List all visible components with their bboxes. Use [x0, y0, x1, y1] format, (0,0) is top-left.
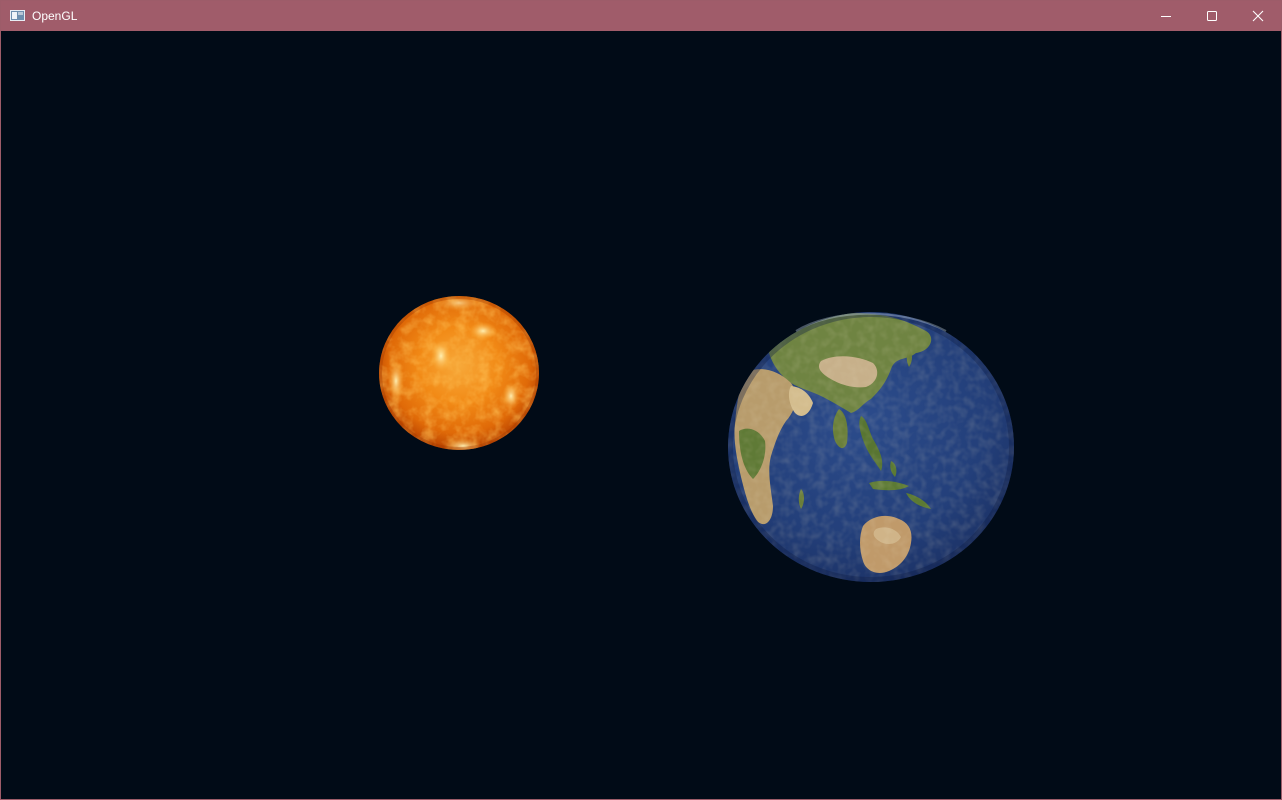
earth-sphere [728, 312, 1014, 582]
app-icon-pane [18, 12, 23, 15]
minimize-icon [1161, 16, 1171, 17]
close-button[interactable] [1235, 1, 1281, 31]
sun-sphere [379, 296, 539, 450]
opengl-window: OpenGL [0, 0, 1282, 800]
window-controls [1143, 1, 1281, 31]
close-icon [1252, 10, 1264, 22]
app-icon-pane [12, 12, 17, 19]
maximize-icon [1207, 11, 1217, 21]
minimize-button[interactable] [1143, 1, 1189, 31]
scene-canvas [379, 296, 1014, 582]
opengl-viewport[interactable] [1, 31, 1281, 799]
maximize-button[interactable] [1189, 1, 1235, 31]
title-bar[interactable]: OpenGL [1, 1, 1281, 31]
app-window-icon [10, 10, 25, 21]
window-title: OpenGL [32, 9, 78, 23]
